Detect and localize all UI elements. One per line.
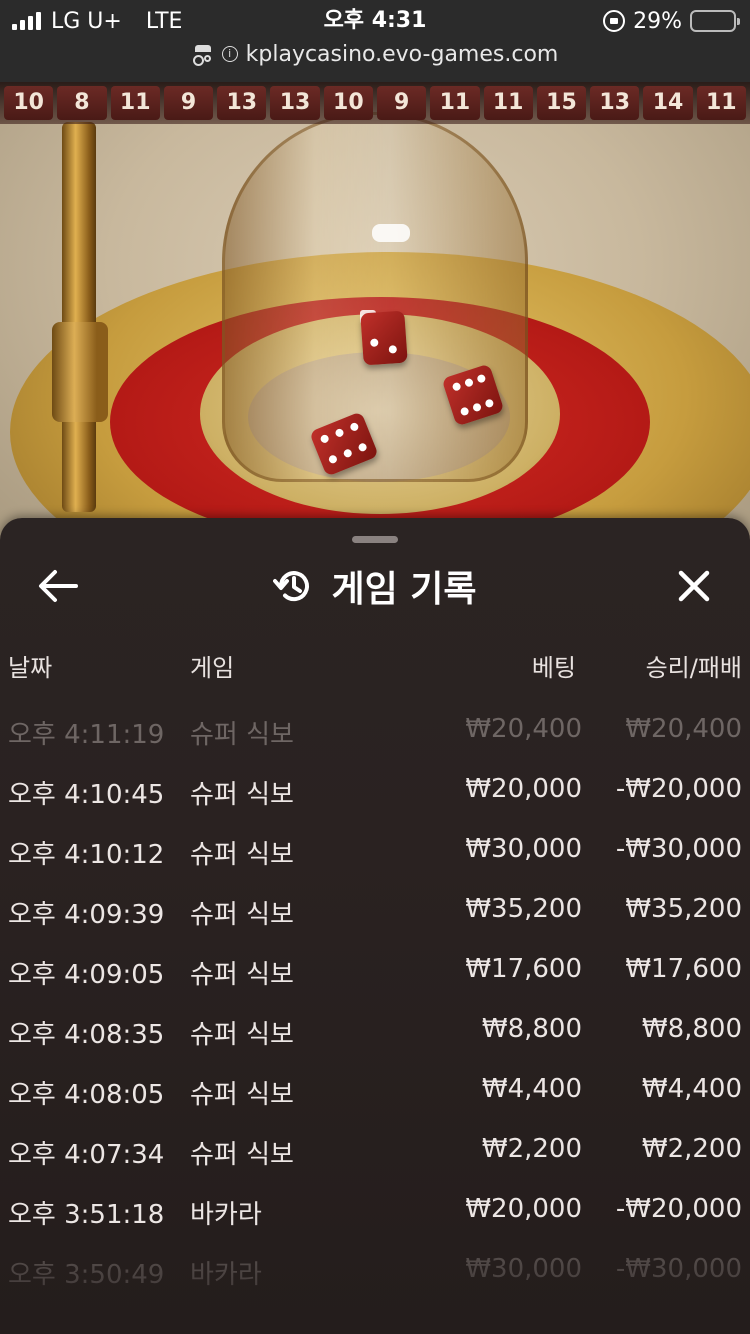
history-row[interactable]: 오후 3:50:49 바카라 ₩30,000 -₩30,000: [0, 1240, 750, 1300]
sheet-header: 게임 기록: [0, 558, 750, 614]
row-time: 오후 4:08:05: [8, 1080, 165, 1110]
row-bet: ₩30,000: [465, 834, 582, 864]
address-bar[interactable]: i kplaycasino.evo-games.com: [0, 38, 750, 70]
sheet-title: 게임 기록: [331, 569, 477, 610]
roadmap-result: 13: [217, 86, 267, 120]
history-row[interactable]: 오후 3:51:18 바카라 ₩20,000 -₩20,000: [0, 1180, 750, 1240]
row-game: 바카라: [190, 1200, 262, 1230]
roadmap-result: 10: [323, 86, 373, 120]
roadmap-result: 14: [643, 86, 693, 120]
row-game: 슈퍼 식보: [190, 840, 294, 870]
row-time: 오후 4:11:19: [8, 720, 165, 750]
history-row[interactable]: 오후 4:09:05 슈퍼 식보 ₩17,600 ₩17,600: [0, 940, 750, 1000]
status-bar: LG U+ LTE 오후 4:31 29% i kplaycasino.evo-…: [0, 0, 750, 82]
row-result: -₩30,000: [615, 1254, 742, 1284]
die-icon: [360, 310, 408, 366]
row-time: 오후 4:09:05: [8, 960, 165, 990]
row-bet: ₩20,000: [465, 1194, 582, 1224]
row-time: 오후 4:10:45: [8, 780, 165, 810]
glass-dome: [222, 112, 528, 482]
row-result: ₩2,200: [641, 1134, 742, 1164]
battery-percent: 29%: [633, 8, 682, 34]
url-text: kplaycasino.evo-games.com: [245, 41, 559, 67]
roadmap-result: 10: [4, 86, 54, 120]
column-header-bet: 베팅: [531, 654, 576, 682]
row-bet: ₩20,000: [465, 774, 582, 804]
history-icon: [273, 571, 310, 602]
row-time: 오후 4:09:39: [8, 900, 165, 930]
row-result: ₩35,200: [625, 894, 742, 924]
carrier-name: LG U+: [51, 8, 122, 34]
rotation-lock-icon: [603, 10, 626, 32]
row-bet: ₩4,400: [481, 1074, 582, 1104]
row-time: 오후 4:07:34: [8, 1140, 165, 1170]
roadmap-result: 9: [376, 86, 427, 120]
row-game: 슈퍼 식보: [190, 720, 294, 750]
info-icon: i: [221, 46, 238, 62]
history-row[interactable]: 오후 4:11:19 슈퍼 식보 ₩20,400 ₩20,400: [0, 700, 750, 760]
roadmap-result: 8: [57, 86, 107, 120]
row-game: 슈퍼 식보: [190, 960, 294, 990]
row-result: ₩20,400: [625, 714, 742, 744]
history-row[interactable]: 오후 4:09:39 슈퍼 식보 ₩35,200 ₩35,200: [0, 880, 750, 940]
lift-pole: [62, 122, 96, 512]
roadmap-result: 11: [696, 86, 746, 120]
drag-handle[interactable]: [352, 536, 398, 543]
game-history-sheet: 게임 기록 날짜 게임 베팅 승리/패배 오후 4:11:19 슈퍼 식보 ₩2…: [0, 518, 750, 1334]
history-row[interactable]: 오후 4:10:12 슈퍼 식보 ₩30,000 -₩30,000: [0, 820, 750, 880]
column-header-date: 날짜: [8, 654, 53, 682]
row-result: -₩30,000: [615, 834, 742, 864]
row-result: ₩17,600: [625, 954, 742, 984]
row-result: ₩4,400: [641, 1074, 742, 1104]
roadmap-result: 11: [430, 86, 480, 120]
row-game: 슈퍼 식보: [190, 1140, 294, 1170]
column-header-game: 게임: [190, 654, 235, 682]
history-row[interactable]: 오후 4:08:35 슈퍼 식보 ₩8,800 ₩8,800: [0, 1000, 750, 1060]
row-result: -₩20,000: [615, 1194, 742, 1224]
dome-glare: [372, 224, 410, 242]
row-bet: ₩30,000: [465, 1254, 582, 1284]
row-time: 오후 4:10:12: [8, 840, 165, 870]
row-bet: ₩8,800: [481, 1014, 582, 1044]
incognito-icon: [192, 45, 214, 66]
row-game: 슈퍼 식보: [190, 1080, 294, 1110]
row-bet: ₩2,200: [481, 1134, 582, 1164]
roadmap-result: 13: [270, 86, 320, 120]
roadmap-result: 15: [536, 86, 587, 120]
row-game: 슈퍼 식보: [190, 900, 294, 930]
row-result: ₩8,800: [641, 1014, 742, 1044]
history-row[interactable]: 오후 4:07:34 슈퍼 식보 ₩2,200 ₩2,200: [0, 1120, 750, 1180]
row-time: 오후 4:08:35: [8, 1020, 165, 1050]
roadmap-result: 13: [590, 86, 640, 120]
close-icon: [678, 570, 710, 602]
signal-icon: [12, 12, 41, 30]
row-time: 오후 3:50:49: [8, 1260, 165, 1290]
history-row[interactable]: 오후 4:10:45 슈퍼 식보 ₩20,000 -₩20,000: [0, 760, 750, 820]
roadmap-result: 9: [163, 86, 214, 120]
close-button[interactable]: [666, 558, 722, 614]
roadmap-strip: 10 8 11 9 13 13 10 9 11 11 15 13 14 11: [0, 82, 750, 124]
game-video: 10 8 11 9 13 13 10 9 11 11 15 13 14 11: [0, 82, 750, 542]
row-bet: ₩35,200: [465, 894, 582, 924]
row-result: -₩20,000: [615, 774, 742, 804]
battery-icon: [690, 10, 740, 32]
history-row[interactable]: 오후 4:08:05 슈퍼 식보 ₩4,400 ₩4,400: [0, 1060, 750, 1120]
lift-pole-collar: [52, 322, 108, 422]
row-game: 슈퍼 식보: [190, 1020, 294, 1050]
column-header-result: 승리/패배: [645, 654, 742, 682]
row-game: 슈퍼 식보: [190, 780, 294, 810]
row-time: 오후 3:51:18: [8, 1200, 165, 1230]
network-type: LTE: [145, 8, 183, 34]
roadmap-result: 11: [110, 86, 160, 120]
row-bet: ₩17,600: [465, 954, 582, 984]
carrier-info: LG U+ LTE: [12, 6, 182, 36]
status-right: 29%: [603, 6, 740, 36]
row-game: 바카라: [190, 1260, 262, 1290]
row-bet: ₩20,400: [465, 714, 582, 744]
screen: LG U+ LTE 오후 4:31 29% i kplaycasino.evo-…: [0, 0, 750, 1334]
roadmap-result: 11: [483, 86, 533, 120]
